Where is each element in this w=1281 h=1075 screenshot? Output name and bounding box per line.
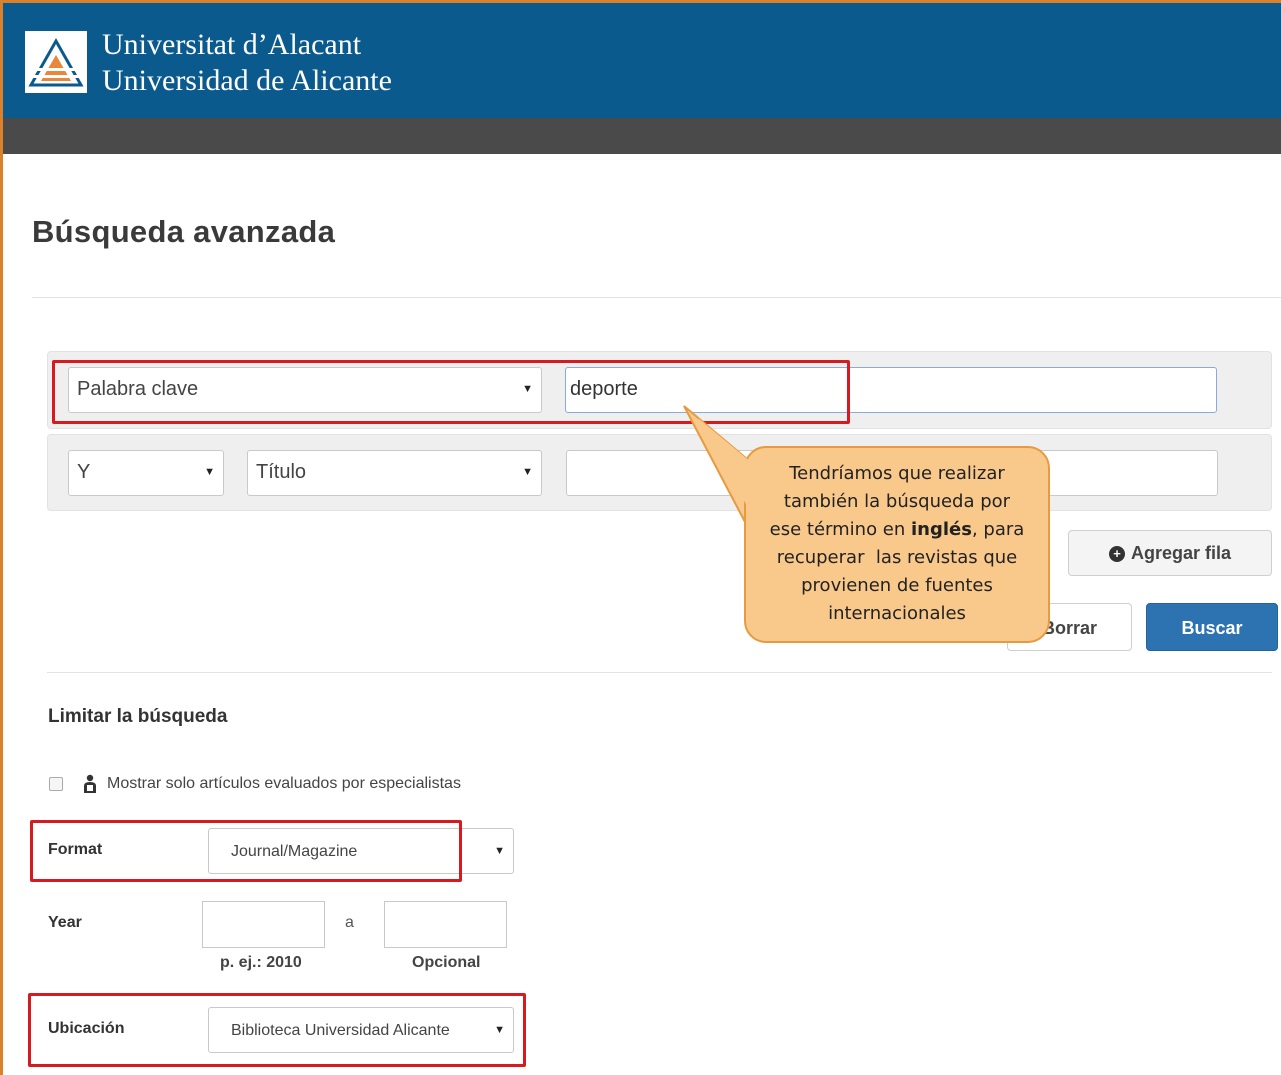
row1-search-value: deporte: [570, 378, 638, 400]
year-label: Year: [48, 914, 82, 931]
site-header: Universitat d’Alacant Universidad de Ali…: [3, 3, 1281, 118]
add-row-button[interactable]: + Agregar fila: [1068, 530, 1272, 576]
chevron-down-icon: ▼: [204, 466, 215, 478]
location-label: Ubicación: [48, 1020, 125, 1037]
search-label: Buscar: [1181, 618, 1243, 638]
peer-review-label[interactable]: Mostrar solo artículos evaluados por esp…: [107, 775, 461, 793]
add-row-label: Agregar fila: [1130, 543, 1232, 563]
limit-search-heading: Limitar la búsqueda: [48, 706, 228, 727]
divider: [32, 297, 1281, 298]
row2-operator-value: Y: [77, 461, 91, 483]
callout-line: internacionales: [828, 603, 966, 624]
row1-field-select[interactable]: Palabra clave ▼: [68, 367, 542, 413]
callout-emphasis: inglés: [911, 519, 972, 540]
year-range-separator: a: [345, 914, 354, 931]
location-value: Biblioteca Universidad Alicante: [231, 1022, 450, 1039]
year-to-hint: Opcional: [412, 954, 481, 971]
callout-text-part: , para: [971, 519, 1025, 540]
callout-line: ese término en inglés, para: [744, 516, 1050, 544]
divider: [47, 672, 1272, 673]
chevron-down-icon: ▼: [494, 845, 505, 857]
page-title: Búsqueda avanzada: [32, 214, 336, 249]
plus-circle-icon: +: [1108, 546, 1125, 562]
format-label: Format: [48, 841, 103, 858]
row2-field-value: Título: [256, 461, 307, 483]
search-button[interactable]: Buscar: [1146, 603, 1278, 651]
row2-operator-select[interactable]: Y ▼: [68, 450, 224, 496]
chevron-down-icon: ▼: [494, 1024, 505, 1036]
format-value: Journal/Magazine: [231, 843, 358, 860]
year-from-hint: p. ej.: 2010: [220, 954, 302, 971]
callout-text-part: ese término en: [769, 519, 912, 540]
chevron-down-icon: ▼: [522, 383, 533, 395]
chevron-down-icon: ▼: [522, 466, 533, 478]
year-to-input[interactable]: [384, 901, 507, 948]
university-name[interactable]: Universitat d’Alacant Universidad de Ali…: [102, 27, 392, 99]
location-select[interactable]: Biblioteca Universidad Alicante ▼: [208, 1007, 514, 1053]
university-name-line2: Universidad de Alicante: [102, 64, 392, 97]
clear-label: Borrar: [1041, 618, 1098, 638]
callout-line: provienen de fuentes: [801, 575, 993, 596]
peer-review-checkbox[interactable]: [49, 777, 63, 791]
university-logo-icon[interactable]: [25, 31, 87, 93]
callout-line: recuperar las revistas que: [776, 547, 1018, 568]
row2-field-select[interactable]: Título ▼: [247, 450, 542, 496]
callout-line: también la búsqueda por: [783, 491, 1011, 512]
peer-reviewer-icon: [84, 774, 96, 793]
row1-field-value: Palabra clave: [77, 378, 199, 400]
format-select[interactable]: Journal/Magazine ▼: [208, 828, 514, 874]
callout-line: Tendríamos que realizar: [789, 463, 1005, 484]
callout-text: Tendríamos que realizar también la búsqu…: [744, 460, 1050, 628]
university-name-line1: Universitat d’Alacant: [102, 28, 362, 61]
year-from-input[interactable]: [202, 901, 325, 948]
row1-search-input[interactable]: deporte: [565, 367, 1217, 413]
navigation-bar: [3, 118, 1281, 154]
